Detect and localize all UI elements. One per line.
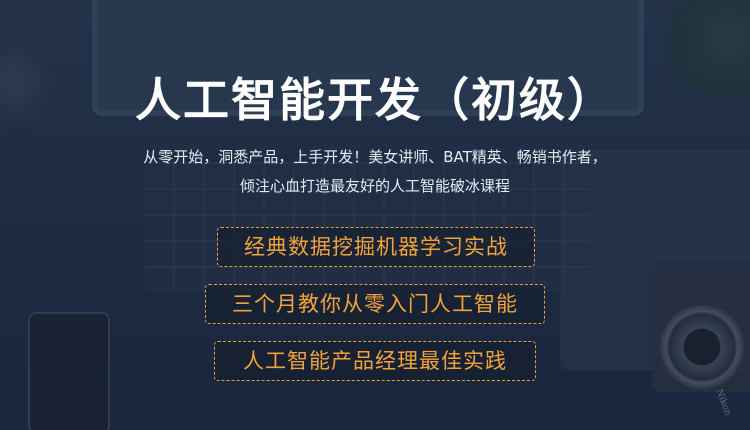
course-banner: Nikon 人工智能开发（初级） 从零开始，洞悉产品，上手开发！美女讲师、BAT…: [0, 0, 750, 430]
course-description-line-1: 从零开始，洞悉产品，上手开发！美女讲师、BAT精英、畅销书作者，: [143, 148, 607, 166]
highlight-tag-data-mining: 经典数据挖掘机器学习实战: [217, 227, 535, 267]
highlight-tag-three-months: 三个月教你从零入门人工智能: [205, 284, 545, 324]
highlight-tag-product-manager: 人工智能产品经理最佳实践: [214, 341, 536, 381]
course-description-line-2: 倾注心血打造最友好的人工智能破冰课程: [239, 177, 510, 195]
course-title: 人工智能开发（初级）: [135, 73, 615, 127]
